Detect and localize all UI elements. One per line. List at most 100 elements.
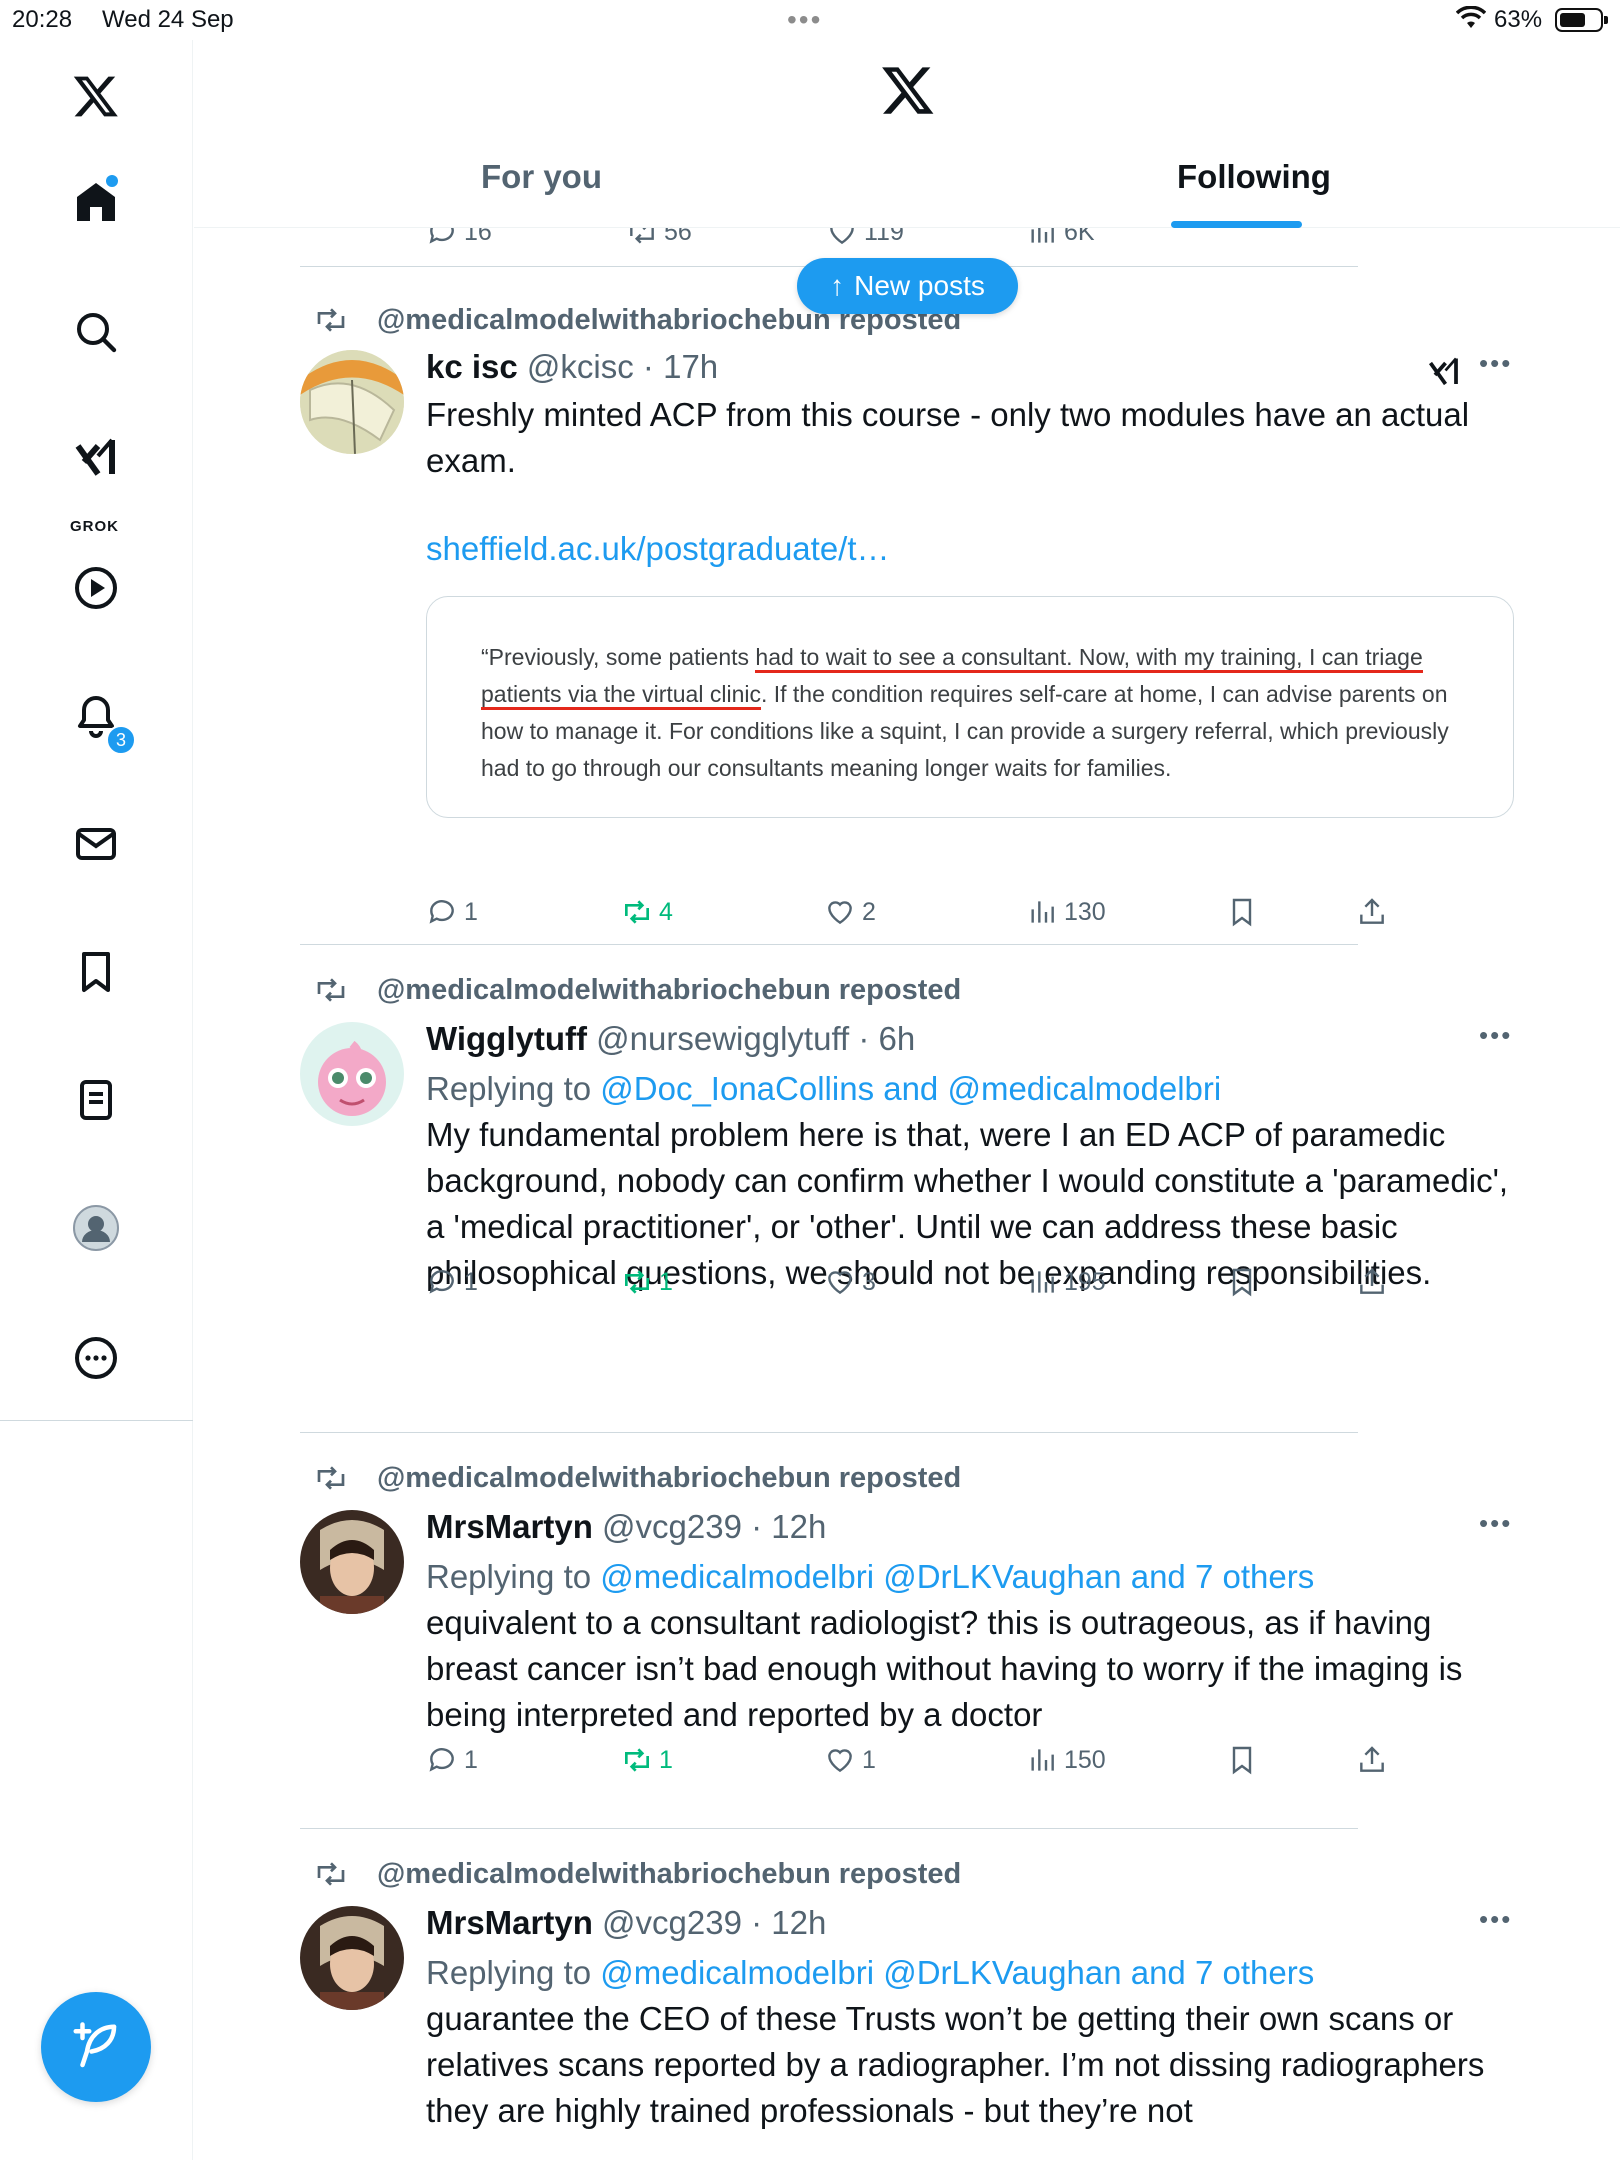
- compose-button[interactable]: [41, 1992, 151, 2102]
- views-button[interactable]: 130: [1026, 896, 1106, 928]
- display-name[interactable]: kc isc: [426, 348, 518, 385]
- list-icon[interactable]: [60, 1064, 132, 1136]
- home-icon[interactable]: [60, 166, 132, 238]
- multitasking-dots-icon[interactable]: •••: [787, 4, 822, 36]
- more-icon[interactable]: [60, 1322, 132, 1394]
- home-unread-dot: [106, 175, 118, 187]
- reply-button[interactable]: 1: [426, 1266, 478, 1298]
- repost-context-label: @medicalmodelwithabriochebun reposted: [377, 1462, 962, 1494]
- reply-count: 16: [464, 228, 492, 246]
- share-button[interactable]: [1356, 896, 1388, 928]
- search-icon[interactable]: [60, 296, 132, 368]
- display-name[interactable]: Wigglytuff: [426, 1020, 587, 1057]
- reply-icon: [429, 900, 454, 924]
- battery-percent: 63%: [1494, 6, 1543, 33]
- timeline-feed[interactable]: 16 56 119 6K @medicalmodelwithabriochebu…: [194, 228, 1620, 2160]
- repost-context-label: @medicalmodelwithabriochebun reposted: [377, 1858, 962, 1890]
- avatar[interactable]: [300, 1510, 404, 1614]
- views-button[interactable]: 150: [1026, 1744, 1106, 1776]
- repost-button[interactable]: 1: [621, 1744, 673, 1776]
- bookmark-icon: [1232, 1268, 1252, 1297]
- bookmark-button[interactable]: [1226, 1266, 1258, 1298]
- like-button[interactable]: 3: [824, 1266, 876, 1298]
- replying-to-users[interactable]: @medicalmodelbri @DrLKVaughan and 7 othe…: [600, 1954, 1314, 1991]
- grok-icon[interactable]: [1426, 354, 1462, 390]
- post-body: guarantee the CEO of these Trusts won’t …: [426, 2000, 1485, 2129]
- display-name[interactable]: MrsMartyn: [426, 1508, 593, 1545]
- post-time[interactable]: 12h: [771, 1508, 826, 1545]
- views-button[interactable]: 6K: [1026, 228, 1095, 248]
- post-body: My fundamental problem here is that, wer…: [426, 1116, 1509, 1291]
- views-button[interactable]: 195: [1026, 1266, 1106, 1298]
- active-tab-indicator: [1171, 221, 1302, 228]
- post-author: MrsMartyn @vcg239 · 12h: [426, 1508, 826, 1546]
- repost-count: 1: [659, 1267, 673, 1296]
- user-handle[interactable]: @vcg239: [602, 1904, 742, 1941]
- user-handle[interactable]: @vcg239: [602, 1508, 742, 1545]
- mail-icon[interactable]: [60, 808, 132, 880]
- post-time[interactable]: 12h: [771, 1904, 826, 1941]
- new-posts-button[interactable]: ↑ New posts: [797, 258, 1018, 314]
- bookmark-icon: [1232, 898, 1252, 927]
- avatar[interactable]: [300, 350, 404, 454]
- grok-icon[interactable]: [60, 422, 132, 494]
- dot-separator: ·: [741, 1904, 772, 1941]
- heart-icon: [828, 901, 852, 925]
- bookmark-button[interactable]: [1226, 896, 1258, 928]
- like-button[interactable]: 1: [824, 1744, 876, 1776]
- display-name[interactable]: MrsMartyn: [426, 1904, 593, 1941]
- avatar-wigglytuff-image: [300, 1022, 404, 1126]
- reply-icon: [429, 1748, 454, 1772]
- post-time[interactable]: 17h: [663, 348, 718, 385]
- arrow-up-icon: ↑: [830, 270, 845, 301]
- avatar-icon[interactable]: [60, 1192, 132, 1264]
- bookmark-icon[interactable]: [60, 936, 132, 1008]
- share-button[interactable]: [1356, 1266, 1388, 1298]
- grok-label: GROK: [70, 518, 119, 535]
- avatar[interactable]: [300, 1906, 404, 2010]
- avatar[interactable]: [300, 1022, 404, 1126]
- replying-to-users[interactable]: @medicalmodelbri @DrLKVaughan and 7 othe…: [600, 1558, 1314, 1595]
- feather-plus-icon: [73, 2022, 117, 2068]
- like-button[interactable]: 2: [824, 896, 876, 928]
- repost-button[interactable]: 1: [621, 1266, 673, 1298]
- post-3-actions: 1 1 1 150: [426, 1744, 1486, 1784]
- post-body: Freshly minted ACP from this course - on…: [426, 396, 1470, 479]
- repost-context: @medicalmodelwithabriochebun reposted: [317, 1858, 962, 1891]
- more-options-icon[interactable]: •••: [1479, 348, 1512, 379]
- sidebar-divider: [0, 1420, 193, 1421]
- views-count: 150: [1064, 1745, 1106, 1774]
- more-options-icon[interactable]: •••: [1479, 1508, 1512, 1539]
- reply-icon: [429, 228, 454, 244]
- replying-to-users[interactable]: @Doc_IonaCollins and @medicalmodelbri: [600, 1070, 1221, 1107]
- bookmark-button[interactable]: [1226, 1744, 1258, 1776]
- replying-to: Replying to @Doc_IonaCollins and @medica…: [426, 1070, 1221, 1108]
- user-handle[interactable]: @nursewigglytuff: [596, 1020, 849, 1057]
- repost-button[interactable]: 4: [621, 896, 673, 928]
- post-link[interactable]: sheffield.ac.uk/postgraduate/t…: [426, 530, 890, 567]
- share-icon: [1360, 898, 1384, 924]
- more-options-icon[interactable]: •••: [1479, 1020, 1512, 1051]
- reply-button[interactable]: 16: [426, 228, 492, 248]
- post-time[interactable]: 6h: [879, 1020, 916, 1057]
- timeline-header: For you Following: [194, 40, 1620, 228]
- reply-button[interactable]: 1: [426, 896, 478, 928]
- share-button[interactable]: [1356, 1744, 1388, 1776]
- views-count: 6K: [1064, 228, 1095, 246]
- share-icon: [1360, 1268, 1384, 1294]
- repost-button[interactable]: 56: [626, 228, 692, 248]
- user-handle[interactable]: @kcisc: [527, 348, 634, 385]
- repost-icon: [630, 228, 654, 244]
- reply-count: 1: [464, 897, 478, 926]
- tab-following[interactable]: Following: [1177, 158, 1331, 196]
- more-options-icon[interactable]: •••: [1479, 1904, 1512, 1935]
- tab-for-you[interactable]: For you: [481, 158, 602, 196]
- attached-image-card[interactable]: “Previously, some patients had to wait t…: [426, 596, 1514, 818]
- like-button[interactable]: 119: [826, 228, 904, 248]
- x-logo-icon[interactable]: [880, 62, 936, 118]
- dot-separator: ·: [849, 1020, 879, 1057]
- x-logo-icon[interactable]: [60, 60, 132, 132]
- play-icon[interactable]: [60, 552, 132, 624]
- avatar-portrait-image: [300, 1906, 404, 2010]
- reply-button[interactable]: 1: [426, 1744, 478, 1776]
